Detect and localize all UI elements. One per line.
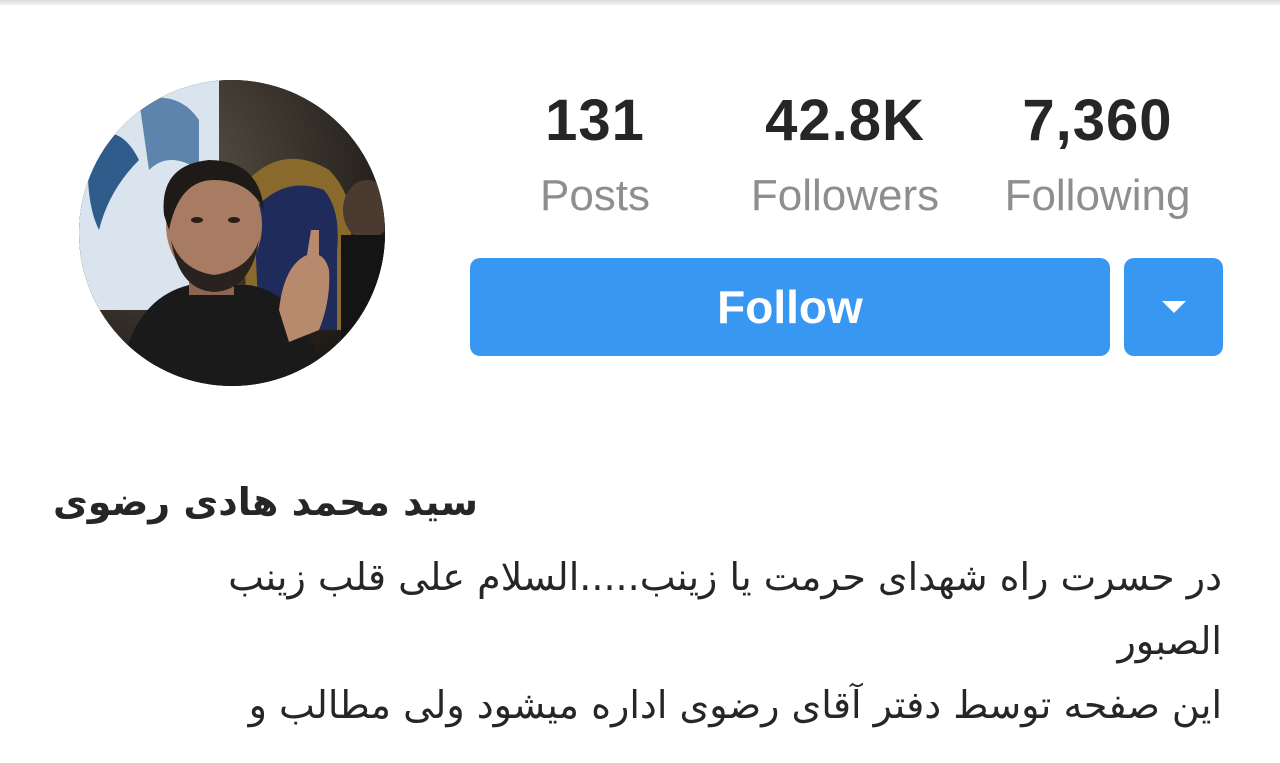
following-label: Following (1004, 171, 1191, 220)
chevron-down-icon (1161, 301, 1186, 313)
stat-followers[interactable]: 42.8K Followers (730, 86, 960, 224)
posts-label: Posts (539, 171, 651, 220)
profile-photo (79, 80, 385, 386)
following-count: 7,360 (1022, 88, 1173, 153)
followers-count: 42.8K (765, 88, 925, 153)
suggestions-dropdown-button[interactable] (1124, 258, 1223, 356)
profile-display-name: سید محمد هادی رضوی (52, 480, 478, 524)
follow-button[interactable]: Follow (470, 258, 1110, 356)
posts-count: 131 (545, 88, 645, 153)
top-divider (0, 0, 1280, 5)
bio-line: در حسرت راه شهدای حرمت یا زینب.....السلا… (228, 555, 1222, 599)
bio-line: الصبور (1117, 619, 1222, 663)
followers-label: Followers (750, 171, 940, 220)
avatar[interactable] (79, 80, 385, 386)
stat-posts[interactable]: 131 Posts (510, 86, 680, 224)
profile-page: 131 Posts 42.8K Followers 7,360 Followin… (0, 0, 1280, 763)
profile-bio: در حسرت راه شهدای حرمت یا زینب.....السلا… (42, 545, 1222, 737)
bio-line: این صفحه توسط دفتر آقای رضوی اداره میشود… (248, 683, 1222, 727)
stat-following[interactable]: 7,360 Following (985, 86, 1210, 224)
